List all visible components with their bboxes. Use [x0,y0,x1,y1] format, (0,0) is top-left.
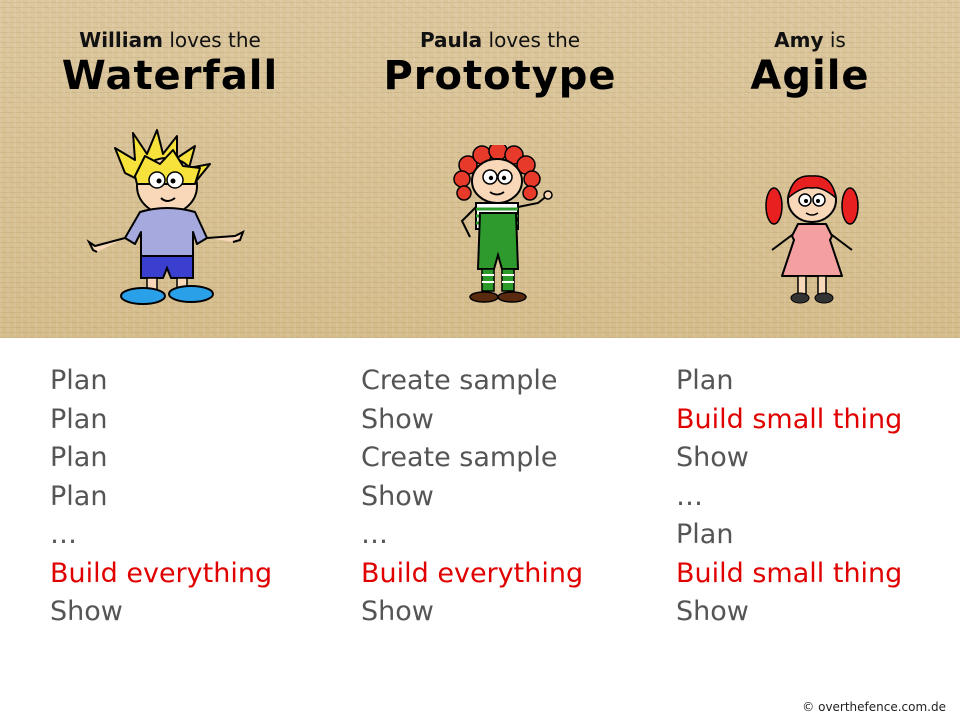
header-william: William loves the Waterfall [20,28,320,98]
step-item: Show [50,596,123,627]
waterfall-steps: Plan Plan Plan Plan … Build everything Show [50,362,272,632]
header-line: Paula loves the [350,28,650,52]
step-item: Create sample [361,365,558,396]
prototype-steps: Create sample Show Create sample Show … Build… [361,362,583,632]
person-name: Amy [774,28,824,52]
step-item: … [50,519,77,550]
copyright-text: © overthefence.com.de [802,700,946,714]
person-name: William [79,28,163,52]
method-title: Agile [750,53,870,99]
step-item: Plan [50,480,108,512]
step-item: Show [676,596,749,627]
boy-spiky-hair-icon [86,129,245,305]
method-title: Prototype [383,53,617,99]
step-item: Create sample [361,442,558,473]
method-title: Waterfall [61,53,279,99]
step-item: Plan [50,365,108,396]
header-phrase: is [823,28,846,52]
step-item: Plan [50,442,108,473]
agile-steps: Plan Build small thing Show … Plan Build smal… [676,362,902,632]
step-item: Build everything [361,557,584,589]
step-item: Show [361,596,434,627]
girl-curly-hair-icon [453,145,553,303]
step-item: … [676,480,703,512]
header-line: William loves the [20,28,320,52]
girl-pigtails-icon [765,175,859,304]
header-line: Amy is [680,28,940,52]
step-item: … [361,519,388,550]
step-item: Show [676,442,749,473]
person-name: Paula [419,28,483,52]
step-item: Plan [50,403,108,435]
header-paula: Paula loves the Prototype [350,28,650,98]
step-item: Build everything [50,557,273,589]
step-item: Build small thing [676,403,903,435]
step-item: Show [361,480,434,512]
header-phrase: loves the [162,28,261,52]
step-item: Plan [676,519,734,550]
header-amy: Amy is Agile [680,28,940,98]
step-item: Show [361,403,434,435]
header-phrase: loves the [482,28,581,52]
step-item: Build small thing [676,557,903,589]
step-item: Plan [676,365,734,396]
